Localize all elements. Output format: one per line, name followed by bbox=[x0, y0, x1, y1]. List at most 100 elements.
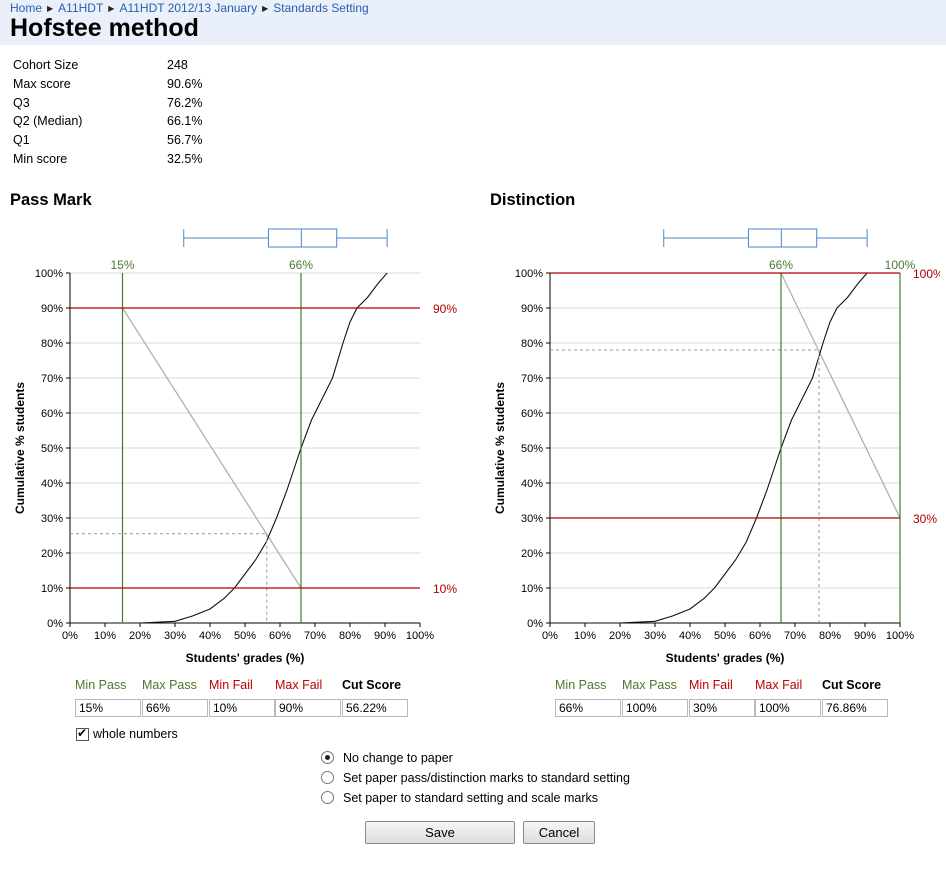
y-axis-label: Cumulative % students bbox=[13, 382, 27, 514]
max-fail-label: Max Fail bbox=[275, 678, 323, 692]
x-tick-label: 80% bbox=[819, 630, 841, 642]
pass-cut-score-input[interactable] bbox=[342, 699, 408, 717]
max-fail-label: Max Fail bbox=[755, 678, 803, 692]
breadcrumb-home[interactable]: Home bbox=[10, 1, 42, 15]
stat-value: 90.6% bbox=[167, 76, 203, 91]
fail-line-label: 30% bbox=[913, 512, 937, 526]
radio-no-change[interactable]: No change to paper bbox=[321, 748, 630, 768]
radio-button[interactable] bbox=[321, 771, 334, 784]
y-tick-label: 40% bbox=[41, 478, 63, 490]
distinction-max-fail-input[interactable] bbox=[755, 699, 821, 717]
whole-numbers-label: whole numbers bbox=[93, 727, 178, 741]
x-tick-label: 30% bbox=[164, 630, 186, 642]
boxplot-box bbox=[747, 228, 818, 248]
whole-numbers-option[interactable]: ✔ whole numbers bbox=[76, 726, 178, 742]
whole-numbers-checkbox[interactable]: ✔ bbox=[76, 726, 89, 742]
breadcrumb-arrow-icon: ▶ bbox=[262, 4, 269, 13]
x-tick-label: 90% bbox=[374, 630, 396, 642]
x-tick-label: 20% bbox=[129, 630, 151, 642]
x-tick-label: 80% bbox=[339, 630, 361, 642]
pass-mark-chart: 0% 10% 20% 30% 40% 50% 60% 70% 80% 90% 100% 0% 10% 20… bbox=[13, 228, 457, 665]
breadcrumb-arrow-icon: ▶ bbox=[47, 4, 54, 13]
y-tick-label: 10% bbox=[521, 583, 543, 595]
cut-score-label: Cut Score bbox=[342, 678, 402, 692]
y-tick-label: 90% bbox=[521, 303, 543, 315]
stat-value: 66.1% bbox=[167, 114, 203, 129]
x-tick-label: 100% bbox=[886, 630, 914, 642]
stat-label: Cohort Size bbox=[13, 58, 79, 72]
max-pass-label: Max Pass bbox=[142, 678, 197, 692]
x-tick-label: 30% bbox=[644, 630, 666, 642]
min-fail-label: Min Fail bbox=[209, 678, 253, 692]
x-tick-label: 50% bbox=[234, 630, 256, 642]
y-tick-label: 70% bbox=[41, 373, 63, 385]
distinction-chart: 0% 10% 20% 30% 40% 50% 60% 70% 80% 90% 100% 0% 10% 20… bbox=[493, 228, 940, 665]
x-tick-label: 40% bbox=[679, 630, 701, 642]
radio-label: Set paper pass/distinction marks to stan… bbox=[343, 771, 630, 785]
stat-label: Q3 bbox=[13, 95, 30, 110]
pass-line-label: 15% bbox=[110, 258, 134, 272]
stat-value: 32.5% bbox=[167, 151, 203, 166]
min-fail-label: Min Fail bbox=[689, 678, 733, 692]
x-tick-label: 70% bbox=[304, 630, 326, 642]
max-pass-label: Max Pass bbox=[622, 678, 677, 692]
radio-button[interactable] bbox=[321, 791, 334, 804]
save-button[interactable]: Save bbox=[365, 821, 515, 844]
pass-line-label: 66% bbox=[769, 258, 793, 272]
y-tick-label: 90% bbox=[41, 303, 63, 315]
distinction-cut-score-input[interactable] bbox=[822, 699, 888, 717]
y-tick-label: 100% bbox=[35, 268, 63, 280]
distinction-heading: Distinction bbox=[490, 191, 576, 209]
x-tick-label: 70% bbox=[784, 630, 806, 642]
hofstee-diagonal bbox=[780, 272, 901, 519]
stat-row: Q2 (Median) 66.1% bbox=[13, 112, 202, 131]
y-tick-label: 70% bbox=[521, 373, 543, 385]
pass-mark-heading: Pass Mark bbox=[10, 191, 92, 209]
y-tick-label: 80% bbox=[521, 338, 543, 350]
x-axis-label: Students' grades (%) bbox=[666, 651, 785, 665]
stat-value: 56.7% bbox=[167, 133, 203, 148]
pass-line-label: 100% bbox=[885, 258, 916, 272]
x-tick-label: 40% bbox=[199, 630, 221, 642]
stat-label: Q1 bbox=[13, 133, 30, 148]
fail-line-label: 90% bbox=[433, 302, 457, 316]
breadcrumb-paper[interactable]: A11HDT 2012/13 January bbox=[119, 1, 257, 15]
pass-max-fail-input[interactable] bbox=[275, 699, 341, 717]
stat-row: Cohort Size 248 bbox=[13, 56, 202, 75]
pass-min-fail-input[interactable] bbox=[209, 699, 275, 717]
distinction-max-pass-input[interactable] bbox=[622, 699, 688, 717]
breadcrumb-module[interactable]: A11HDT bbox=[58, 1, 103, 15]
stat-label: Max score bbox=[13, 76, 71, 91]
x-axis-label: Students' grades (%) bbox=[186, 651, 305, 665]
checkmark-icon: ✔ bbox=[77, 726, 88, 741]
y-tick-label: 100% bbox=[515, 268, 543, 280]
y-axis-label: Cumulative % students bbox=[493, 382, 507, 514]
x-tick-label: 50% bbox=[714, 630, 736, 642]
pass-min-pass-input[interactable] bbox=[75, 699, 141, 717]
paper-options: No change to paper Set paper pass/distin… bbox=[321, 748, 630, 808]
x-tick-label: 0% bbox=[62, 630, 78, 642]
x-tick-label: 20% bbox=[609, 630, 631, 642]
y-tick-label: 40% bbox=[521, 478, 543, 490]
breadcrumb-standards[interactable]: Standards Setting bbox=[273, 1, 368, 15]
y-tick-label: 50% bbox=[41, 443, 63, 455]
radio-label: Set paper to standard setting and scale … bbox=[343, 791, 599, 805]
pass-max-pass-input[interactable] bbox=[142, 699, 208, 717]
stats-table: Cohort Size 248 Max score 90.6% Q3 76.2% Q2… bbox=[13, 56, 202, 169]
x-tick-label: 10% bbox=[574, 630, 596, 642]
breadcrumb: Home ▶ A11HDT ▶ A11HDT 2012/13 January ▶ Stand… bbox=[10, 1, 369, 15]
y-tick-label: 30% bbox=[41, 513, 63, 525]
boxplot-box bbox=[267, 228, 338, 248]
distinction-min-fail-input[interactable] bbox=[689, 699, 755, 717]
radio-set-marks[interactable]: Set paper pass/distinction marks to stan… bbox=[321, 768, 630, 788]
cancel-button[interactable]: Cancel bbox=[523, 821, 595, 844]
stat-row: Min score 32.5% bbox=[13, 150, 202, 169]
distinction-min-pass-input[interactable] bbox=[555, 699, 621, 717]
fail-line-label: 10% bbox=[433, 582, 457, 596]
radio-scale-marks[interactable]: Set paper to standard setting and scale … bbox=[321, 788, 630, 808]
radio-button-selected[interactable] bbox=[321, 751, 334, 764]
stat-row: Max score 90.6% bbox=[13, 75, 202, 94]
y-tick-label: 50% bbox=[521, 443, 543, 455]
x-tick-label: 0% bbox=[542, 630, 558, 642]
y-tick-label: 80% bbox=[41, 338, 63, 350]
